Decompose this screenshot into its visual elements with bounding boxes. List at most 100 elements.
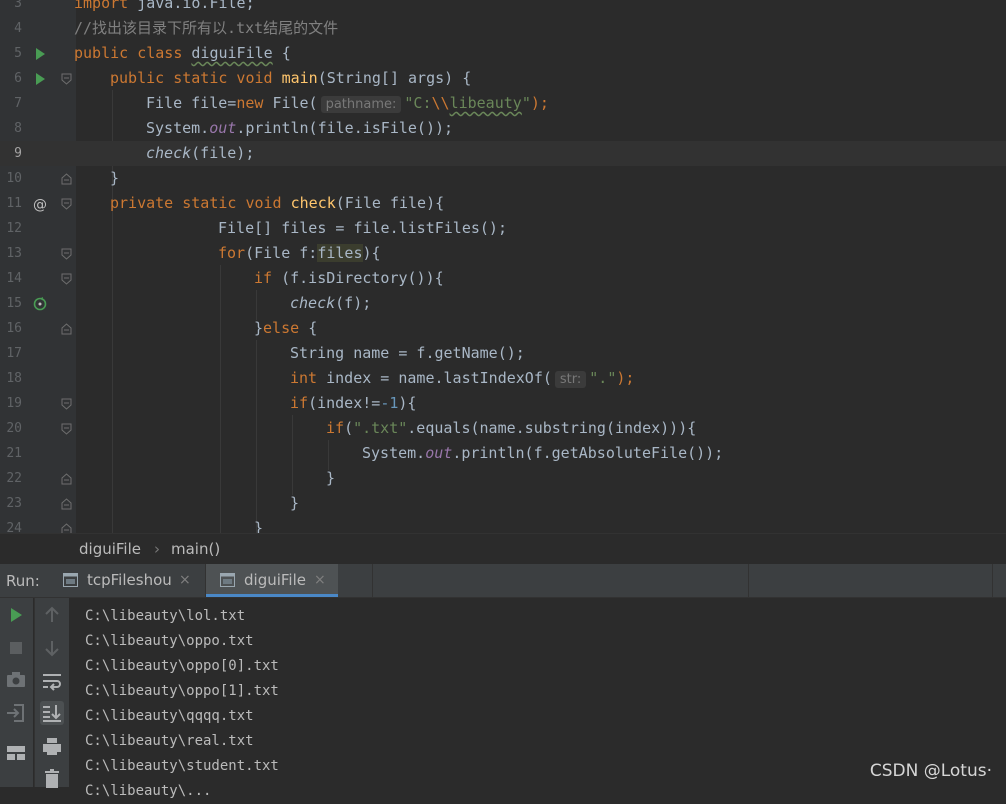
code-editor[interactable]: 3 import java.io.File; 4 //找出该目录下所有以.txt… xyxy=(0,0,1006,533)
breadcrumb-separator: › xyxy=(154,540,160,558)
close-icon[interactable]: × xyxy=(314,572,326,588)
camera-icon[interactable] xyxy=(4,668,28,692)
code-line-19[interactable]: 19 if(index!=-1){ xyxy=(0,391,1006,416)
code-line-22[interactable]: 22 } xyxy=(0,466,1006,491)
code-line-7[interactable]: 7 File file=new File(pathname: "C:\\libea… xyxy=(0,91,1006,116)
recursive-call-icon[interactable] xyxy=(32,296,48,312)
code-text: if (f.isDirectory()){ xyxy=(254,269,444,287)
layout-icon[interactable] xyxy=(4,741,28,765)
console-line: C:\libeauty\real.txt xyxy=(85,733,254,749)
rerun-icon[interactable] xyxy=(4,603,28,627)
line-number: 14 xyxy=(6,271,22,286)
fold-icon[interactable] xyxy=(61,198,72,210)
tab-divider xyxy=(372,564,373,597)
code-line-16[interactable]: 16 }else { xyxy=(0,316,1006,341)
soft-wrap-icon[interactable] xyxy=(40,669,64,693)
line-number: 6 xyxy=(14,71,22,86)
code-line-4[interactable]: 4 //找出该目录下所有以.txt结尾的文件 xyxy=(0,16,1006,41)
code-line-15[interactable]: 15 check(f); xyxy=(0,291,1006,316)
code-line-17[interactable]: 17 String name = f.getName(); xyxy=(0,341,1006,366)
line-number: 10 xyxy=(6,171,22,186)
line-number: 22 xyxy=(6,471,22,486)
breadcrumb-class[interactable]: diguiFile xyxy=(79,540,141,558)
tab-divider xyxy=(748,564,749,597)
run-class-icon[interactable] xyxy=(32,46,48,62)
code-text: File[] files = file.listFiles(); xyxy=(218,219,507,237)
run-main-icon[interactable] xyxy=(32,71,48,87)
code-line-23[interactable]: 23 } xyxy=(0,491,1006,516)
code-text: check(f); xyxy=(290,294,372,312)
breadcrumb-method[interactable]: main() xyxy=(171,540,220,558)
code-text: public class diguiFile { xyxy=(74,44,291,62)
line-number: 7 xyxy=(14,96,22,111)
code-line-18[interactable]: 18 int index = name.lastIndexOf(str: ".")… xyxy=(0,366,1006,391)
fold-icon[interactable] xyxy=(61,423,72,435)
fold-end-icon[interactable] xyxy=(61,323,72,335)
line-number: 12 xyxy=(6,221,22,236)
fold-icon[interactable] xyxy=(61,398,72,410)
code-line-20[interactable]: 20 if(".txt".equals(name.substring(index… xyxy=(0,416,1006,441)
console-output[interactable]: C:\libeauty\lol.txt C:\libeauty\oppo.txt C… xyxy=(85,604,279,804)
console-line: C:\libeauty\oppo.txt xyxy=(85,633,254,649)
code-line-14[interactable]: 14 if (f.isDirectory()){ xyxy=(0,266,1006,291)
console-line: C:\libeauty\qqqq.txt xyxy=(85,708,254,724)
code-line-5[interactable]: 5 public class diguiFile { xyxy=(0,41,1006,66)
parameter-hint: pathname: xyxy=(320,96,402,113)
fold-end-icon[interactable] xyxy=(61,498,72,510)
line-number: 3 xyxy=(14,0,22,11)
stop-icon[interactable] xyxy=(4,636,28,660)
close-icon[interactable]: × xyxy=(179,572,191,588)
code-text: } xyxy=(326,469,336,487)
fold-icon[interactable] xyxy=(61,73,72,85)
line-number: 8 xyxy=(14,121,22,136)
code-text: } xyxy=(110,169,120,187)
fold-icon[interactable] xyxy=(61,248,72,260)
fold-end-icon[interactable] xyxy=(61,173,72,185)
line-number: 4 xyxy=(14,21,22,36)
line-number: 20 xyxy=(6,421,22,436)
code-line-21[interactable]: 21 System.out.println(f.getAbsoluteFile(… xyxy=(0,441,1006,466)
console-line: C:\libeauty\student.txt xyxy=(85,758,279,774)
line-number: 5 xyxy=(14,46,22,61)
line-number: 17 xyxy=(6,346,22,361)
line-number: 16 xyxy=(6,321,22,336)
run-toolbar-secondary xyxy=(34,598,69,790)
console-line: C:\libeauty\oppo[0].txt xyxy=(85,658,279,674)
code-text: String name = f.getName(); xyxy=(290,344,525,362)
code-line-3[interactable]: 3 import java.io.File; xyxy=(0,0,1006,16)
code-line-11[interactable]: 11 @ private static void check(File file… xyxy=(0,191,1006,216)
arrow-up-icon[interactable] xyxy=(40,603,64,627)
code-line-12[interactable]: 12 File[] files = file.listFiles(); xyxy=(0,216,1006,241)
code-line-10[interactable]: 10 } xyxy=(0,166,1006,191)
csdn-watermark: CSDN @Lotus· xyxy=(869,761,992,781)
code-line-24[interactable]: 24 } xyxy=(0,516,1006,533)
arrow-down-icon[interactable] xyxy=(40,636,64,660)
tab-label: tcpFileshou xyxy=(87,571,172,589)
code-line-13[interactable]: 13 for(File f:files){ xyxy=(0,241,1006,266)
console-icon xyxy=(220,573,235,587)
recursive-call-at-icon[interactable]: @ xyxy=(32,196,48,212)
line-number: 15 xyxy=(6,296,22,311)
code-text: public static void main(String[] args) { xyxy=(110,69,472,87)
console-line: C:\libeauty\oppo[1].txt xyxy=(85,683,279,699)
login-icon[interactable] xyxy=(4,701,28,725)
code-line-8[interactable]: 8 System.out.println(file.isFile()); xyxy=(0,116,1006,141)
code-line-6[interactable]: 6 public static void main(String[] args)… xyxy=(0,66,1006,91)
code-text: if(".txt".equals(name.substring(index)))… xyxy=(326,419,697,437)
code-line-9-current[interactable]: 9 check(file); xyxy=(0,141,1006,166)
code-text: File file=new File(pathname: "C:\\libeaut… xyxy=(146,94,549,113)
tab-divider xyxy=(992,564,993,597)
print-icon[interactable] xyxy=(40,735,64,759)
trash-icon[interactable] xyxy=(40,766,64,790)
fold-end-icon[interactable] xyxy=(61,473,72,485)
code-text: import java.io.File; xyxy=(74,0,255,12)
run-toolbar-primary xyxy=(0,598,33,787)
fold-end-icon[interactable] xyxy=(61,523,72,533)
scroll-to-end-icon[interactable] xyxy=(40,701,64,725)
tab-tcpfileshou[interactable]: tcpFileshou × xyxy=(63,564,203,597)
tab-diguifile[interactable]: diguiFile × xyxy=(206,564,338,597)
console-line: C:\libeauty\lol.txt xyxy=(85,608,246,624)
svg-text:@: @ xyxy=(33,197,47,212)
code-text: for(File f:files){ xyxy=(218,244,381,262)
fold-icon[interactable] xyxy=(61,273,72,285)
